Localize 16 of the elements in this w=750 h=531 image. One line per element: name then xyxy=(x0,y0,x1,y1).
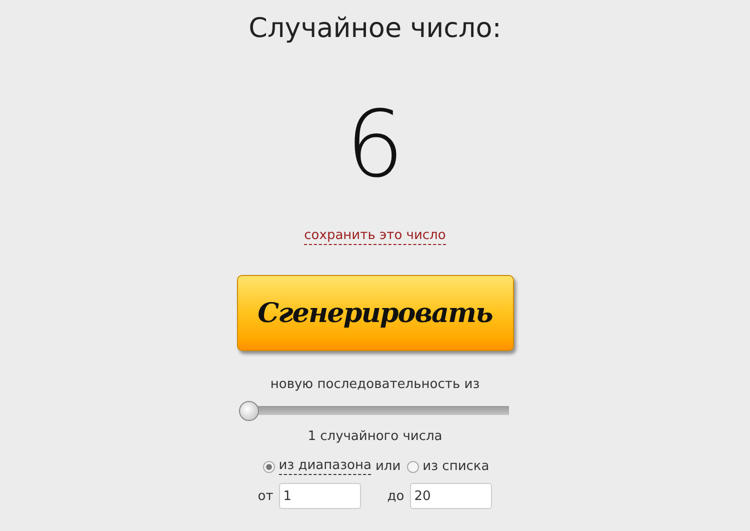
generate-button[interactable]: Сгенерировать xyxy=(236,275,514,351)
sequence-label: новую последовательность из xyxy=(270,377,480,393)
radio-label[interactable]: из диапазона xyxy=(278,458,372,475)
slider-thumb[interactable] xyxy=(239,401,259,421)
connector-text: или xyxy=(375,458,401,474)
radio-button[interactable] xyxy=(262,460,275,472)
number-field[interactable]: 20 xyxy=(410,483,492,509)
random-number: 6 xyxy=(346,90,404,200)
save-link[interactable]: сохранить это число xyxy=(304,228,446,245)
range-label: до xyxy=(387,488,404,504)
radio-label[interactable]: из списка xyxy=(422,458,490,474)
range-label: от xyxy=(258,488,274,504)
number-field[interactable]: 1 xyxy=(279,483,362,509)
count-text: 1 случайного числа xyxy=(308,429,442,445)
page-title: Случайное число: xyxy=(248,12,502,46)
radio-button[interactable] xyxy=(406,460,419,472)
